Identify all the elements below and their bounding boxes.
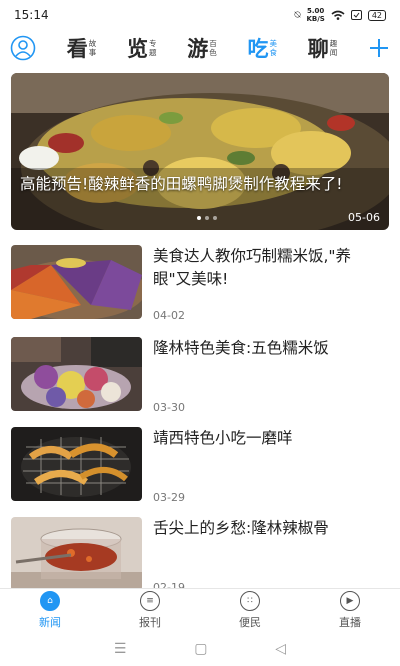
tab-services[interactable]: ∷ 便民 xyxy=(200,589,300,632)
news-date: 03-29 xyxy=(153,491,185,504)
tab-label: 便民 xyxy=(239,616,261,629)
news-thumbnail xyxy=(11,517,142,591)
news-thumbnail xyxy=(11,337,142,411)
hero-date: 05-06 xyxy=(348,211,380,224)
hero-food-image xyxy=(11,73,389,230)
system-navigation-bar: ☰ ▢ ◁ xyxy=(0,632,400,666)
back-icon[interactable]: ◁ xyxy=(275,641,286,657)
carousel-dot xyxy=(213,216,217,220)
carousel-dot xyxy=(197,216,201,220)
status-bar: 15:14 ⍉ 5.00 KB/S 42 xyxy=(0,0,400,30)
tab-live[interactable]: ▶ 直播 xyxy=(300,589,400,632)
hero-caption: 高能预告!酸辣鲜香的田螺鸭脚煲制作教程来了! xyxy=(20,175,343,193)
news-item[interactable]: 美食达人教你巧制糯米饭,"养眼"又美味! 04-02 xyxy=(11,245,389,331)
carousel-indicator xyxy=(197,216,217,220)
tab-news[interactable]: ⌂ 新闻 xyxy=(0,589,100,632)
news-thumbnail xyxy=(11,245,142,319)
nav-tab-food[interactable]: 吃 美食 xyxy=(248,33,278,63)
play-icon: ▶ xyxy=(340,591,360,611)
news-date: 03-30 xyxy=(153,401,185,414)
nav-tab-stories[interactable]: 看 故事 xyxy=(67,33,97,63)
wifi-icon xyxy=(331,10,345,20)
add-channel-icon[interactable] xyxy=(368,37,390,59)
status-icons: ⍉ 5.00 KB/S 42 xyxy=(294,7,386,23)
mute-icon: ⍉ xyxy=(294,9,301,21)
user-profile-icon[interactable] xyxy=(10,35,36,61)
home-icon: ⌂ xyxy=(40,591,60,611)
sim-icon xyxy=(350,10,362,20)
tab-label: 直播 xyxy=(339,616,361,629)
news-thumbnail xyxy=(11,427,142,501)
news-title: 美食达人教你巧制糯米饭,"养眼"又美味! xyxy=(153,247,352,288)
nav-tab-travel[interactable]: 游 百色 xyxy=(187,33,217,63)
news-date: 04-02 xyxy=(153,309,185,322)
grid-icon: ∷ xyxy=(240,591,260,611)
news-item[interactable]: 隆林特色美食:五色糯米饭 03-30 xyxy=(11,337,389,423)
top-navigation: 看 故事 览 专题 游 百色 吃 美食 聊 趣闻 xyxy=(0,30,400,66)
carousel-dot xyxy=(205,216,209,220)
clock: 15:14 xyxy=(14,8,49,22)
tab-label: 新闻 xyxy=(39,616,61,629)
bottom-tab-bar: ⌂ 新闻 ≡ 报刊 ∷ 便民 ▶ 直播 xyxy=(0,588,400,632)
home-button-icon[interactable]: ▢ xyxy=(194,641,207,657)
nav-tab-topics[interactable]: 览 专题 xyxy=(127,33,157,63)
nav-tab-chat[interactable]: 聊 趣闻 xyxy=(308,33,338,63)
network-speed: 5.00 KB/S xyxy=(306,7,325,23)
battery-indicator: 42 xyxy=(367,9,386,21)
tab-label: 报刊 xyxy=(139,616,161,629)
newspaper-icon: ≡ xyxy=(140,591,160,611)
hero-banner[interactable]: 高能预告!酸辣鲜香的田螺鸭脚煲制作教程来了! 05-06 xyxy=(11,73,389,230)
menu-icon[interactable]: ☰ xyxy=(114,641,127,657)
news-title: 舌尖上的乡愁:隆林辣椒骨 xyxy=(153,519,329,537)
news-item[interactable]: 靖西特色小吃一磨咩 03-29 xyxy=(11,427,389,513)
news-title: 靖西特色小吃一磨咩 xyxy=(153,429,293,447)
news-title: 隆林特色美食:五色糯米饭 xyxy=(153,339,329,357)
tab-newspaper[interactable]: ≡ 报刊 xyxy=(100,589,200,632)
